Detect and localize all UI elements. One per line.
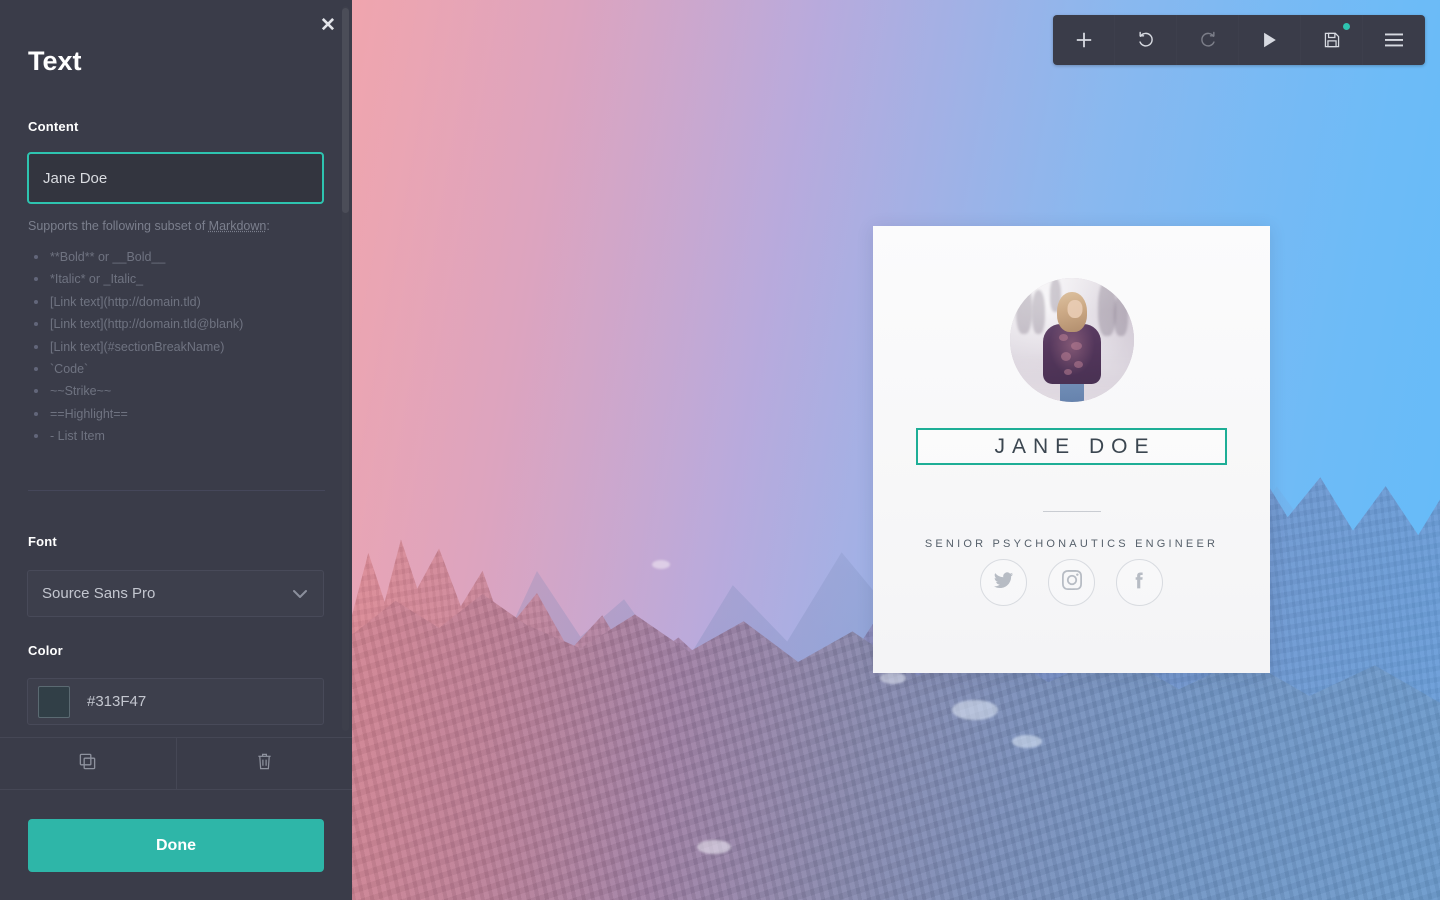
preview-button[interactable] (1239, 15, 1301, 65)
markdown-syntax-list: **Bold** or __Bold__ *Italic* or _Italic… (32, 246, 243, 448)
color-label: Color (28, 643, 63, 658)
card-divider (1042, 511, 1101, 512)
design-canvas[interactable]: JANE DOE SENIOR PSYCHONAUTICS ENGINEER (352, 0, 1440, 900)
twitter-link[interactable] (980, 559, 1027, 606)
list-item: `Code` (32, 358, 243, 380)
editor-toolbar (1053, 15, 1425, 65)
twitter-icon (993, 570, 1014, 596)
app-root: JANE DOE SENIOR PSYCHONAUTICS ENGINEER ✕… (0, 0, 1440, 900)
markdown-note-prefix: Supports the following subset of (28, 219, 209, 233)
font-select[interactable]: Source Sans Pro (27, 570, 324, 617)
redo-button[interactable] (1177, 15, 1239, 65)
save-disk-icon (1323, 31, 1341, 49)
text-properties-panel: ✕ Text Content Supports the following su… (0, 0, 352, 900)
list-item: *Italic* or _Italic_ (32, 268, 243, 290)
undo-button[interactable] (1115, 15, 1177, 65)
avatar-tint (1009, 278, 1134, 402)
panel-scrollbar-track[interactable] (342, 6, 349, 731)
markdown-link[interactable]: Markdown (209, 219, 267, 233)
panel-scrollbar-thumb[interactable] (342, 8, 349, 213)
unsaved-changes-badge (1343, 23, 1350, 30)
list-item: [Link text](http://domain.tld@blank) (32, 313, 243, 335)
profile-card[interactable]: JANE DOE SENIOR PSYCHONAUTICS ENGINEER (873, 226, 1270, 673)
facebook-icon (1129, 570, 1150, 596)
panel-action-strip (0, 737, 352, 790)
list-item: - List Item (32, 425, 243, 447)
markdown-note-suffix: : (266, 219, 270, 233)
color-swatch[interactable] (38, 685, 70, 718)
panel-divider (28, 490, 325, 491)
redo-icon (1198, 30, 1218, 50)
content-label: Content (28, 119, 79, 134)
card-social-links (873, 559, 1270, 606)
chevron-down-icon (293, 585, 307, 602)
hamburger-menu-icon (1384, 32, 1404, 48)
color-hex-value: #313F47 (87, 693, 147, 710)
delete-button[interactable] (177, 738, 353, 789)
color-field[interactable]: #313F47 (27, 678, 324, 725)
list-item: **Bold** or __Bold__ (32, 246, 243, 268)
menu-button[interactable] (1363, 15, 1425, 65)
font-label: Font (28, 534, 57, 549)
card-role-text: SENIOR PSYCHONAUTICS ENGINEER (924, 538, 1219, 550)
list-item: ==Highlight== (32, 403, 243, 425)
instagram-link[interactable] (1048, 559, 1095, 606)
instagram-icon (1061, 570, 1082, 595)
copy-icon (78, 752, 97, 776)
duplicate-button[interactable] (0, 738, 177, 789)
add-button[interactable] (1053, 15, 1115, 65)
avatar (1009, 278, 1134, 402)
font-select-value: Source Sans Pro (42, 585, 156, 602)
facebook-link[interactable] (1116, 559, 1163, 606)
panel-scroll-region: ✕ Text Content Supports the following su… (0, 0, 352, 737)
close-icon[interactable]: ✕ (317, 14, 339, 36)
page-title: Text (28, 46, 82, 76)
content-input[interactable] (27, 152, 324, 204)
done-button[interactable]: Done (28, 819, 324, 872)
card-name-field[interactable]: JANE DOE (916, 428, 1227, 465)
markdown-help-note: Supports the following subset of Markdow… (28, 219, 270, 233)
plus-icon (1075, 31, 1093, 49)
play-icon (1261, 31, 1278, 49)
trash-icon (256, 752, 273, 776)
save-button[interactable] (1301, 15, 1363, 65)
list-item: ~~Strike~~ (32, 380, 243, 402)
list-item: [Link text](http://domain.tld) (32, 291, 243, 313)
list-item: [Link text](#sectionBreakName) (32, 336, 243, 358)
undo-icon (1136, 30, 1156, 50)
card-name-text: JANE DOE (994, 434, 1156, 458)
